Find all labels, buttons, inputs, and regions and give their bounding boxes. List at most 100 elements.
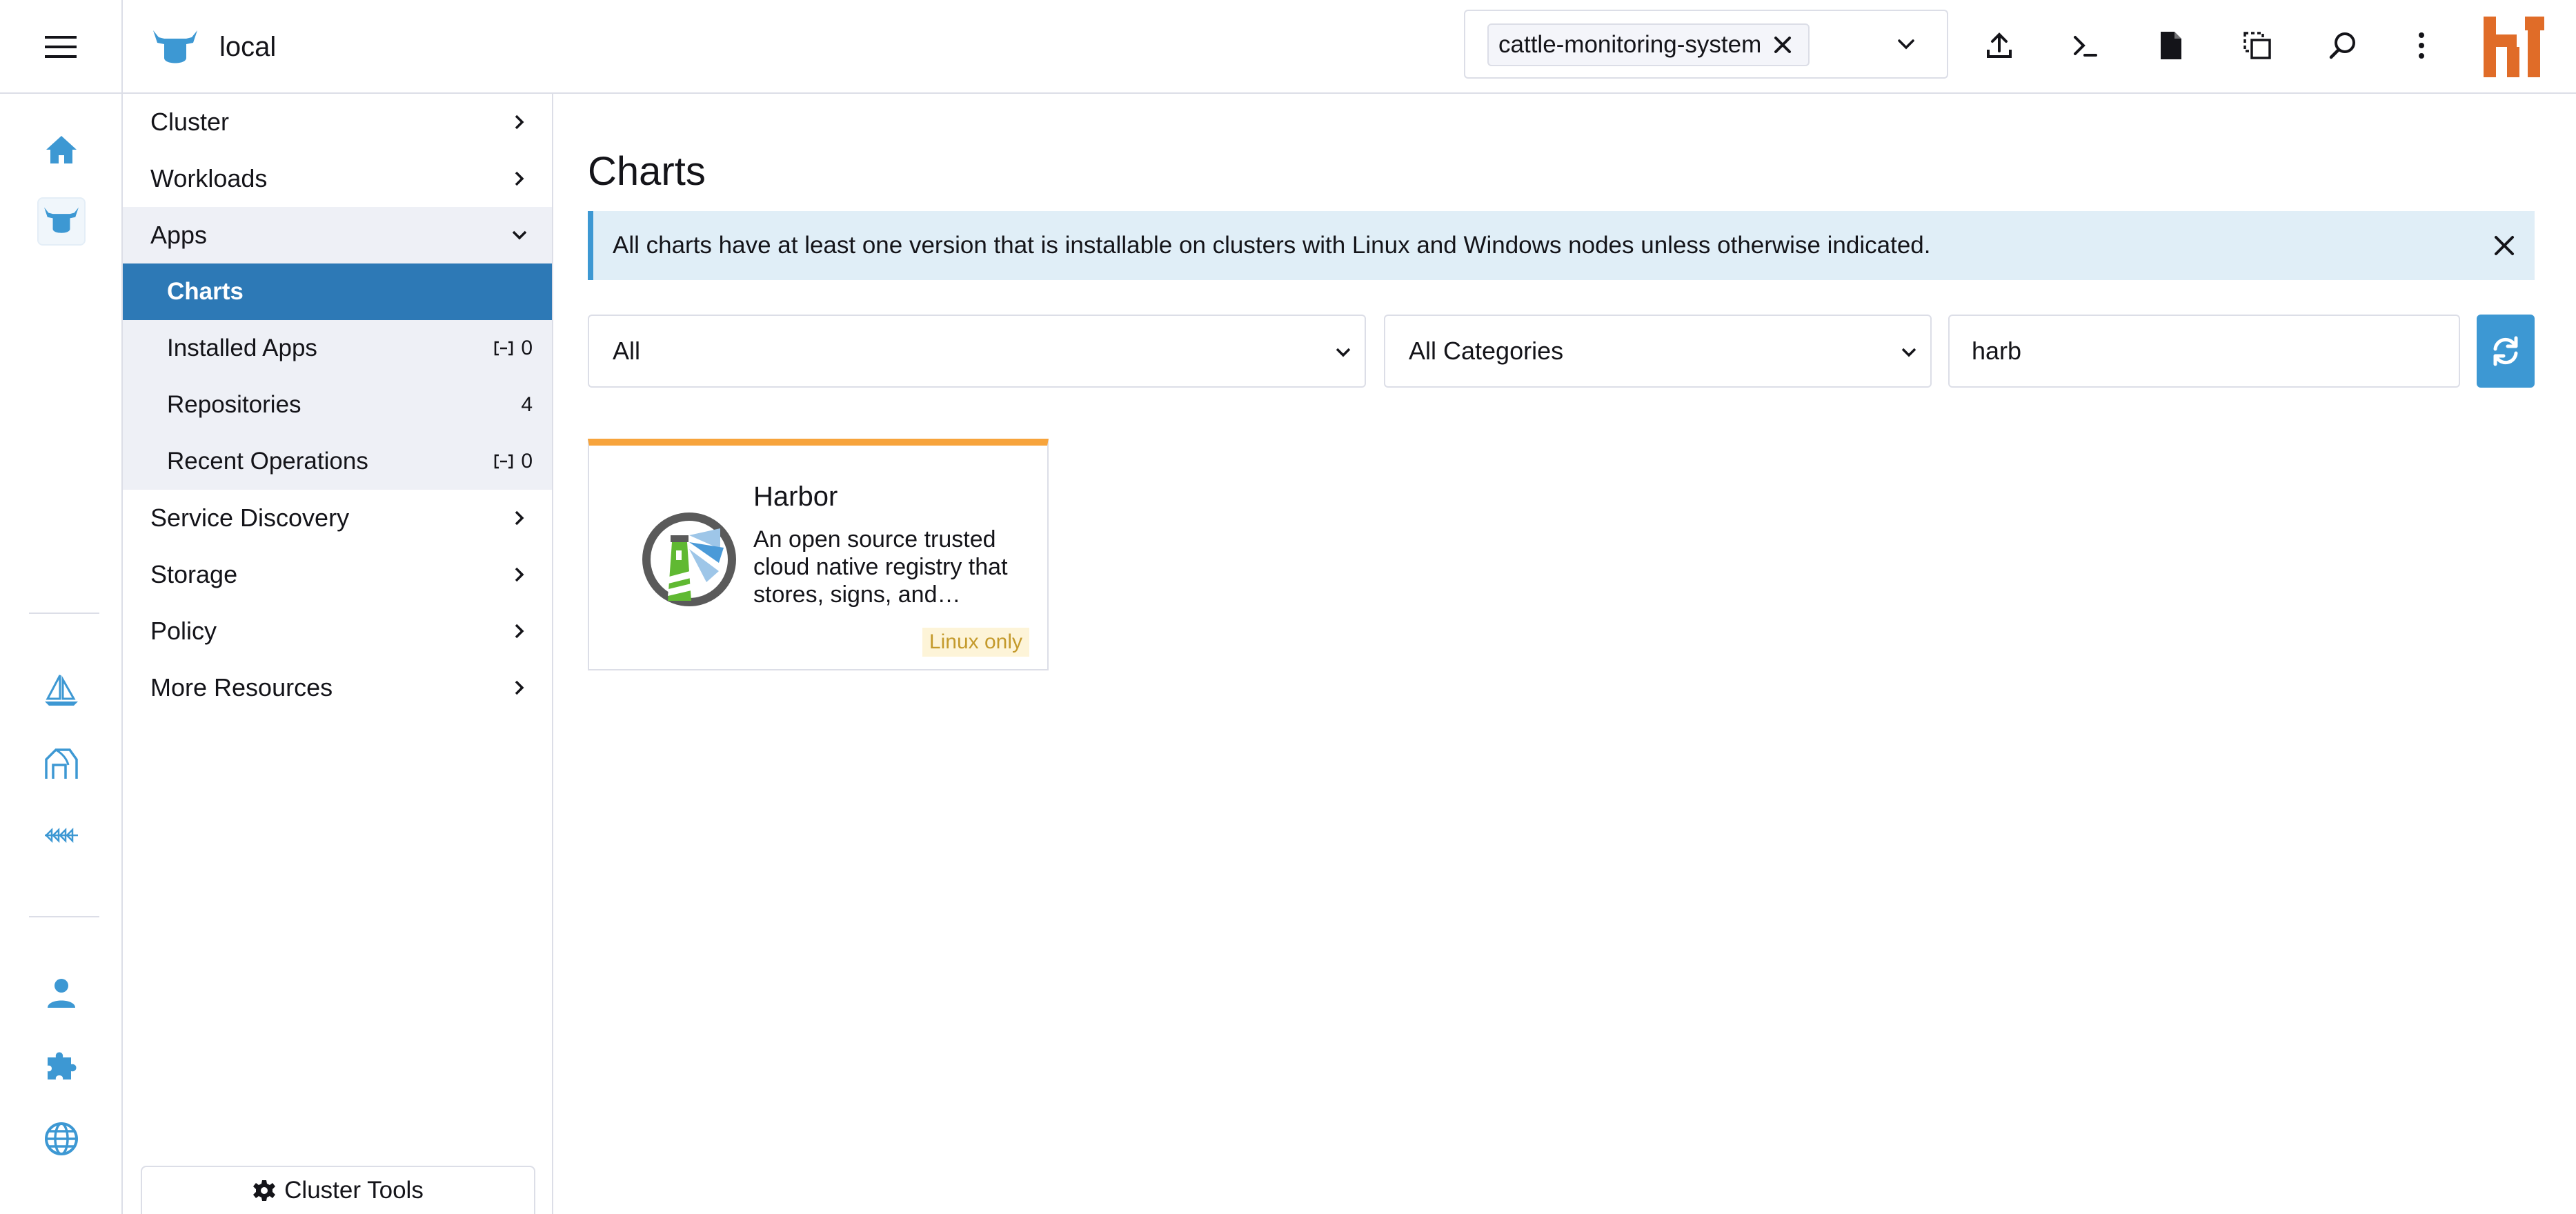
continuous-delivery-button[interactable] — [37, 666, 86, 715]
category-select-value: All Categories — [1409, 337, 1564, 365]
chevron-down-icon[interactable] — [1894, 34, 1918, 55]
nav-group-more-resources[interactable]: More Resources — [123, 659, 552, 716]
nav-group-label: Policy — [150, 617, 217, 645]
extensions-button[interactable] — [37, 1042, 86, 1090]
os-badge: Linux only — [922, 628, 1029, 657]
vm-barn-icon — [45, 748, 78, 779]
category-select[interactable]: All Categories — [1384, 315, 1932, 388]
neuvector-icon — [45, 827, 78, 844]
banner-text: All charts have at least one version tha… — [613, 232, 1931, 259]
chevron-down-icon — [1336, 348, 1351, 357]
page-title: Charts — [588, 149, 706, 194]
resource-search-icon — [2329, 32, 2355, 59]
chevron-right-icon — [515, 680, 524, 695]
chevron-down-icon — [1901, 348, 1916, 357]
home-button[interactable] — [37, 126, 86, 174]
cluster-name: local — [219, 32, 277, 62]
nav-group-label: Storage — [150, 560, 238, 588]
chart-description: An open source trusted cloud native regi… — [753, 526, 1008, 608]
close-icon[interactable] — [2492, 233, 2517, 258]
nav-group-cluster[interactable]: Cluster — [123, 94, 552, 150]
nav-item-installed-apps[interactable]: Installed Apps 0 — [123, 320, 552, 377]
nav-item-count: 0 — [493, 433, 533, 490]
cluster-tools-label: Cluster Tools — [284, 1177, 424, 1204]
namespaced-icon — [495, 341, 513, 356]
nav-group-apps[interactable]: Apps — [123, 207, 552, 263]
chevron-right-icon — [515, 624, 524, 639]
count-value: 4 — [521, 393, 533, 416]
top-header: local cattle-monitoring-system — [0, 0, 2576, 94]
cluster-tools-button[interactable]: Cluster Tools — [141, 1166, 535, 1214]
namespace-filter[interactable]: cattle-monitoring-system — [1464, 10, 1948, 79]
globe-icon — [45, 1122, 78, 1155]
import-yaml-icon — [1987, 32, 2012, 58]
chevron-right-icon — [515, 115, 524, 130]
home-icon — [46, 136, 77, 163]
fleet-sailboat-icon — [45, 675, 78, 706]
more-actions-button[interactable] — [2399, 23, 2444, 68]
chevron-right-icon — [515, 171, 524, 186]
more-vertical-icon — [2419, 32, 2424, 59]
cluster-bull-icon — [44, 207, 79, 233]
gear-icon — [253, 1180, 276, 1201]
remove-namespace-icon[interactable] — [1771, 33, 1794, 57]
refresh-charts-button[interactable] — [2477, 315, 2535, 388]
refresh-icon — [2493, 336, 2518, 366]
repository-select[interactable]: All — [588, 315, 1366, 388]
copy-kubeconfig-icon — [2243, 32, 2271, 59]
count-value: 0 — [521, 337, 533, 359]
nav-item-count: 4 — [521, 377, 533, 433]
nav-item-count: 0 — [493, 320, 533, 377]
nav-item-label: Repositories — [167, 391, 301, 418]
virtualization-button[interactable] — [37, 739, 86, 788]
side-nav: Cluster Workloads Apps Charts Installed … — [123, 94, 553, 1214]
app-rail — [0, 94, 123, 1214]
chart-card-harbor[interactable]: Harbor An open source trusted cloud nati… — [588, 439, 1049, 670]
nav-item-label: Installed Apps — [167, 335, 317, 361]
nav-group-label: More Resources — [150, 673, 333, 701]
cluster-bull-icon — [153, 30, 197, 63]
namespace-chip-label: cattle-monitoring-system — [1498, 31, 1762, 58]
rail-divider — [29, 613, 99, 614]
rail-divider — [29, 916, 99, 917]
nav-group-label: Cluster — [150, 108, 230, 136]
info-banner: All charts have at least one version tha… — [588, 211, 2535, 280]
nav-group-policy[interactable]: Policy — [123, 603, 552, 659]
resource-search-button[interactable] — [2321, 23, 2365, 68]
global-settings-button[interactable] — [37, 1115, 86, 1163]
extensions-puzzle-icon — [48, 1052, 77, 1079]
hamburger-icon — [45, 36, 77, 58]
namespaced-icon — [495, 454, 513, 469]
kubeconfig-download-icon — [2161, 32, 2181, 59]
nav-item-label: Charts — [167, 278, 244, 305]
user-avatar[interactable] — [2482, 15, 2546, 79]
nav-item-recent-operations[interactable]: Recent Operations 0 — [123, 433, 552, 490]
nav-group-label: Service Discovery — [150, 504, 350, 532]
kubectl-shell-button[interactable] — [2063, 23, 2107, 68]
namespace-chip: cattle-monitoring-system — [1487, 23, 1810, 66]
chart-name: Harbor — [753, 481, 838, 512]
import-yaml-button[interactable] — [1977, 23, 2021, 68]
nav-group-label: Apps — [150, 221, 208, 249]
nav-item-repositories[interactable]: Repositories 4 — [123, 377, 552, 433]
neuvector-button[interactable] — [37, 811, 86, 859]
chart-search-input[interactable] — [1948, 315, 2460, 388]
kubectl-shell-icon — [2074, 36, 2097, 57]
count-value: 0 — [521, 450, 533, 472]
user-icon — [48, 979, 75, 1008]
copy-kubeconfig-button[interactable] — [2235, 23, 2279, 68]
menu-toggle-button[interactable] — [0, 0, 123, 94]
repository-select-value: All — [613, 337, 641, 365]
nav-item-label: Recent Operations — [167, 448, 368, 475]
nav-group-storage[interactable]: Storage — [123, 546, 552, 603]
nav-group-label: Workloads — [150, 164, 268, 192]
local-cluster-button[interactable] — [37, 197, 86, 246]
chevron-right-icon — [515, 510, 524, 526]
nav-group-workloads[interactable]: Workloads — [123, 150, 552, 207]
nav-item-charts[interactable]: Charts — [123, 263, 552, 320]
users-button[interactable] — [37, 968, 86, 1017]
chevron-down-icon — [512, 230, 527, 240]
chevron-right-icon — [515, 567, 524, 582]
nav-group-service-discovery[interactable]: Service Discovery — [123, 490, 552, 546]
download-kubeconfig-button[interactable] — [2148, 23, 2192, 68]
